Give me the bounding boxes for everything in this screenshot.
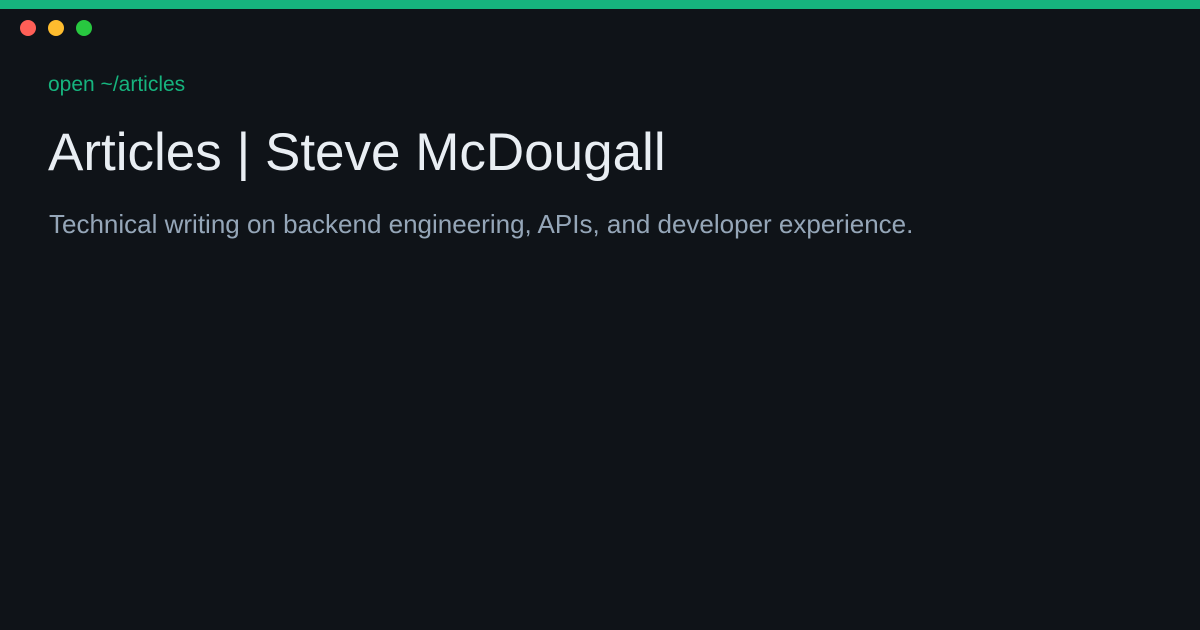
- window-controls: [20, 20, 92, 36]
- content: open ~/articles Articles | Steve McDouga…: [48, 72, 1148, 240]
- close-dot-icon: [20, 20, 36, 36]
- terminal-command: open ~/articles: [48, 73, 186, 96]
- maximize-dot-icon: [76, 20, 92, 36]
- og-card: open ~/articles Articles | Steve McDouga…: [0, 0, 1200, 630]
- accent-bar: [0, 0, 1200, 9]
- page-subtitle: Technical writing on backend engineering…: [49, 209, 914, 239]
- page-title: Articles | Steve McDougall: [48, 123, 666, 182]
- minimize-dot-icon: [48, 20, 64, 36]
